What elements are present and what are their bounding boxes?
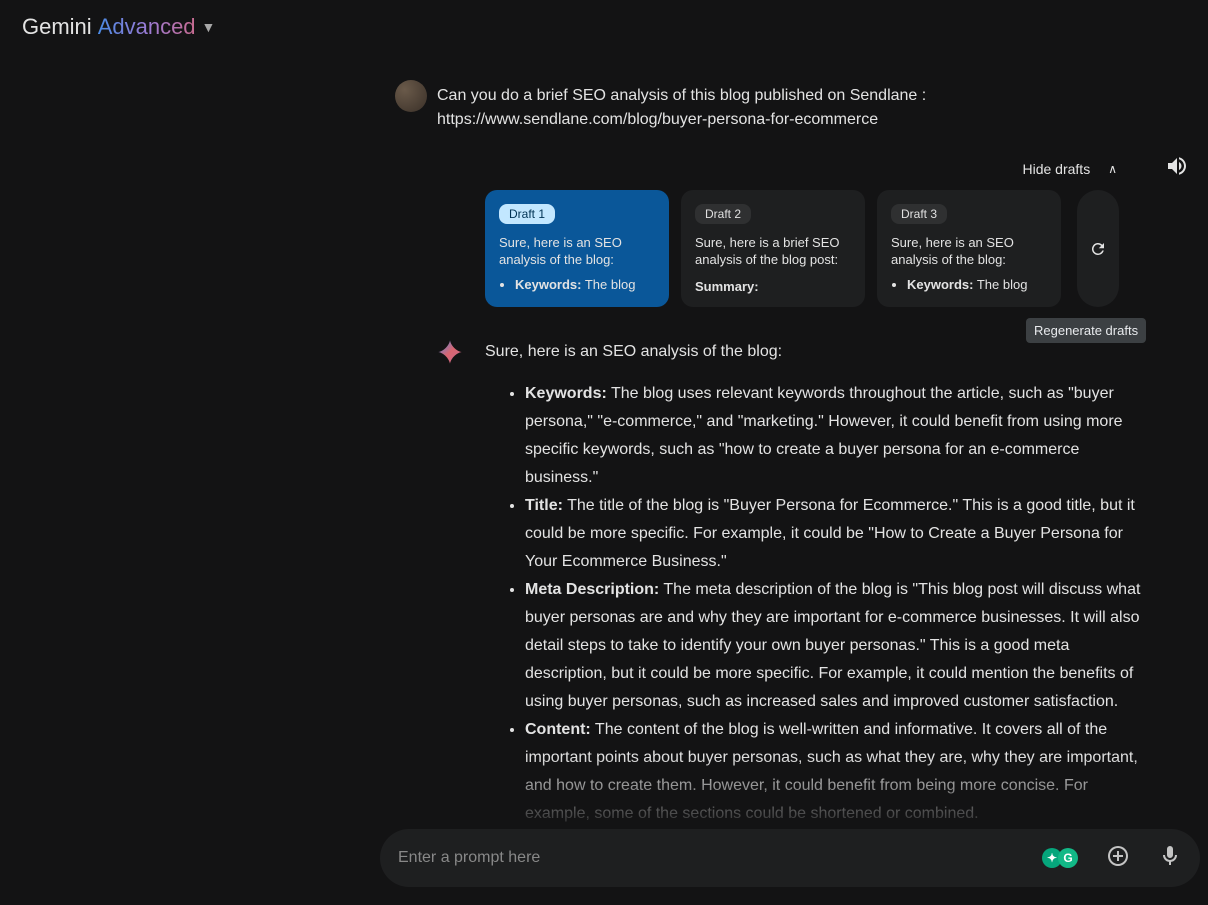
drafts-toolbar: Hide drafts ∧ bbox=[485, 154, 1197, 183]
brand-name[interactable]: Gemini bbox=[22, 14, 92, 40]
draft-badge: Draft 3 bbox=[891, 204, 947, 224]
user-message-block: Can you do a brief SEO analysis of this … bbox=[437, 80, 1142, 132]
speaker-icon[interactable] bbox=[1135, 154, 1197, 183]
gemini-spark-icon bbox=[436, 338, 464, 366]
draft-card-1[interactable]: Draft 1 Sure, here is an SEO analysis of… bbox=[485, 190, 669, 307]
mic-icon[interactable] bbox=[1158, 844, 1182, 873]
hide-drafts-toggle[interactable]: Hide drafts bbox=[1023, 161, 1091, 177]
prompt-composer: ✦G bbox=[380, 829, 1200, 887]
user-message-text: Can you do a brief SEO analysis of this … bbox=[437, 80, 1142, 132]
answer-item-keywords: Keywords: The blog uses relevant keyword… bbox=[525, 380, 1145, 492]
app-header: Gemini Advanced ▼ bbox=[0, 0, 1208, 54]
prompt-input[interactable] bbox=[398, 849, 1042, 867]
add-icon[interactable] bbox=[1106, 844, 1130, 873]
answer-item-title: Title: The title of the blog is "Buyer P… bbox=[525, 492, 1145, 576]
refresh-icon bbox=[1089, 240, 1107, 258]
draft-card-2[interactable]: Draft 2 Sure, here is a brief SEO analys… bbox=[681, 190, 865, 307]
draft-card-3[interactable]: Draft 3 Sure, here is an SEO analysis of… bbox=[877, 190, 1061, 307]
answer-intro: Sure, here is an SEO analysis of the blo… bbox=[485, 338, 1145, 366]
regenerate-drafts-button[interactable] bbox=[1077, 190, 1119, 307]
assistant-answer: Sure, here is an SEO analysis of the blo… bbox=[485, 338, 1145, 828]
draft-preview: Sure, here is an SEO analysis of the blo… bbox=[891, 234, 1047, 293]
brand-tier[interactable]: Advanced bbox=[98, 14, 196, 40]
draft-preview: Sure, here is an SEO analysis of the blo… bbox=[499, 234, 655, 293]
user-avatar bbox=[395, 80, 427, 112]
draft-cards-row: Draft 1 Sure, here is an SEO analysis of… bbox=[485, 190, 1145, 307]
draft-badge: Draft 1 bbox=[499, 204, 555, 224]
grammarly-icon[interactable]: ✦G bbox=[1042, 848, 1078, 868]
answer-item-meta: Meta Description: The meta description o… bbox=[525, 576, 1145, 716]
answer-list: Keywords: The blog uses relevant keyword… bbox=[485, 380, 1145, 828]
chevron-up-icon[interactable]: ∧ bbox=[1108, 162, 1117, 176]
draft-badge: Draft 2 bbox=[695, 204, 751, 224]
chevron-down-icon[interactable]: ▼ bbox=[202, 19, 216, 35]
draft-preview: Sure, here is a brief SEO analysis of th… bbox=[695, 234, 851, 295]
answer-item-content: Content: The content of the blog is well… bbox=[525, 716, 1145, 828]
